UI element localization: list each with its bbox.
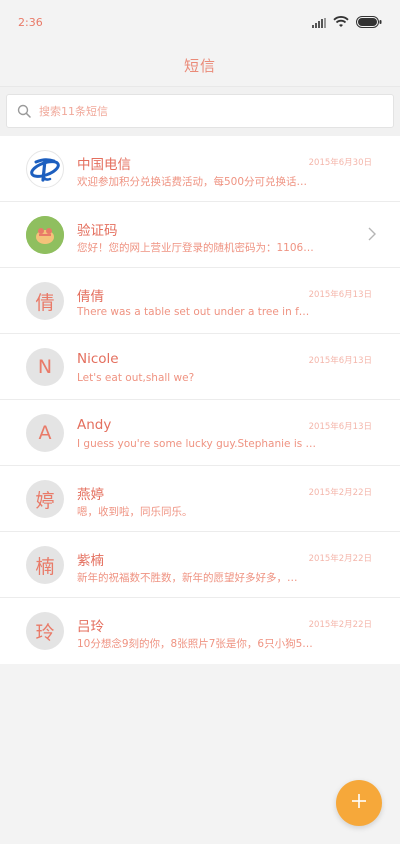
contact-avatar: 婷	[26, 480, 64, 518]
chevron-right-icon	[368, 227, 376, 241]
search-bar	[0, 86, 400, 137]
plus-icon	[351, 793, 367, 813]
signal-icon	[312, 13, 326, 32]
conversation-date: 2015年6月13日	[308, 290, 372, 300]
conversation-preview: 您好！您的网上营业厅登录的随机密码为：1106…	[77, 242, 314, 254]
search-box[interactable]	[6, 94, 394, 128]
conversation-date: 2015年6月13日	[308, 356, 372, 366]
conversation-date: 2015年2月22日	[308, 620, 372, 630]
conversation-name: 吕玲	[77, 619, 104, 635]
search-input[interactable]	[39, 104, 393, 118]
conversation-name: 中国电信	[77, 157, 131, 173]
conversation-preview: 10分想念9刻的你，8张照片7张是你，6只小狗5…	[77, 638, 313, 650]
conversation-date: 2015年6月13日	[308, 422, 372, 432]
conversation-name: Andy	[77, 417, 112, 433]
conversation-list: 中国电信 欢迎参加积分兑换话费活动，每500分可兑换话… 2015年6月30日 …	[0, 136, 400, 664]
conversation-row[interactable]: 倩 倩倩 There was a table set out under a t…	[0, 268, 400, 334]
conversation-date: 2015年2月22日	[308, 488, 372, 498]
conversation-date: 2015年2月22日	[308, 554, 372, 564]
conversation-row[interactable]: N Nicole Let's eat out,shall we? 2015年6月…	[0, 334, 400, 400]
conversation-name: Nicole	[77, 351, 119, 367]
verification-code-avatar-icon	[26, 216, 64, 254]
conversation-row[interactable]: 验证码 您好！您的网上营业厅登录的随机密码为：1106…	[0, 202, 400, 268]
contact-avatar: 倩	[26, 282, 64, 320]
contact-avatar: 楠	[26, 546, 64, 584]
china-telecom-logo-icon	[26, 150, 64, 188]
conversation-row[interactable]: 玲 吕玲 10分想念9刻的你，8张照片7张是你，6只小狗5… 2015年2月22…	[0, 598, 400, 664]
conversation-row[interactable]: 楠 紫楠 新年的祝福数不胜数，新年的愿望好多好多，… 2015年2月22日	[0, 532, 400, 598]
conversation-name: 紫楠	[77, 553, 104, 569]
conversation-preview: 新年的祝福数不胜数，新年的愿望好多好多，…	[77, 572, 298, 584]
contact-avatar: A	[26, 414, 64, 452]
conversation-name: 燕婷	[77, 487, 104, 503]
conversation-preview: I guess you're some lucky guy.Stephanie …	[77, 438, 317, 450]
status-icons	[312, 13, 382, 32]
conversation-date: 2015年6月30日	[308, 158, 372, 168]
status-time: 2:36	[18, 15, 43, 29]
new-message-button[interactable]	[336, 780, 382, 826]
conversation-preview: 欢迎参加积分兑换话费活动，每500分可兑换话…	[77, 176, 308, 188]
contact-avatar: N	[26, 348, 64, 386]
wifi-icon	[333, 13, 349, 32]
search-icon	[17, 104, 31, 118]
page-title: 短信	[183, 56, 216, 75]
conversation-name: 验证码	[77, 223, 118, 239]
contact-avatar: 玲	[26, 612, 64, 650]
conversation-row[interactable]: 婷 燕婷 嗯，收到啦，同乐同乐。 2015年2月22日	[0, 466, 400, 532]
conversation-preview: 嗯，收到啦，同乐同乐。	[77, 506, 193, 518]
battery-icon	[356, 13, 382, 32]
status-bar: 2:36	[0, 0, 400, 44]
conversation-row[interactable]: A Andy I guess you're some lucky guy.Ste…	[0, 400, 400, 466]
conversation-row[interactable]: 中国电信 欢迎参加积分兑换话费活动，每500分可兑换话… 2015年6月30日	[0, 136, 400, 202]
conversation-preview: Let's eat out,shall we?	[77, 372, 195, 384]
title-bar: 短信	[0, 44, 400, 86]
conversation-name: 倩倩	[77, 289, 104, 305]
conversation-preview: There was a table set out under a tree i…	[77, 306, 310, 318]
